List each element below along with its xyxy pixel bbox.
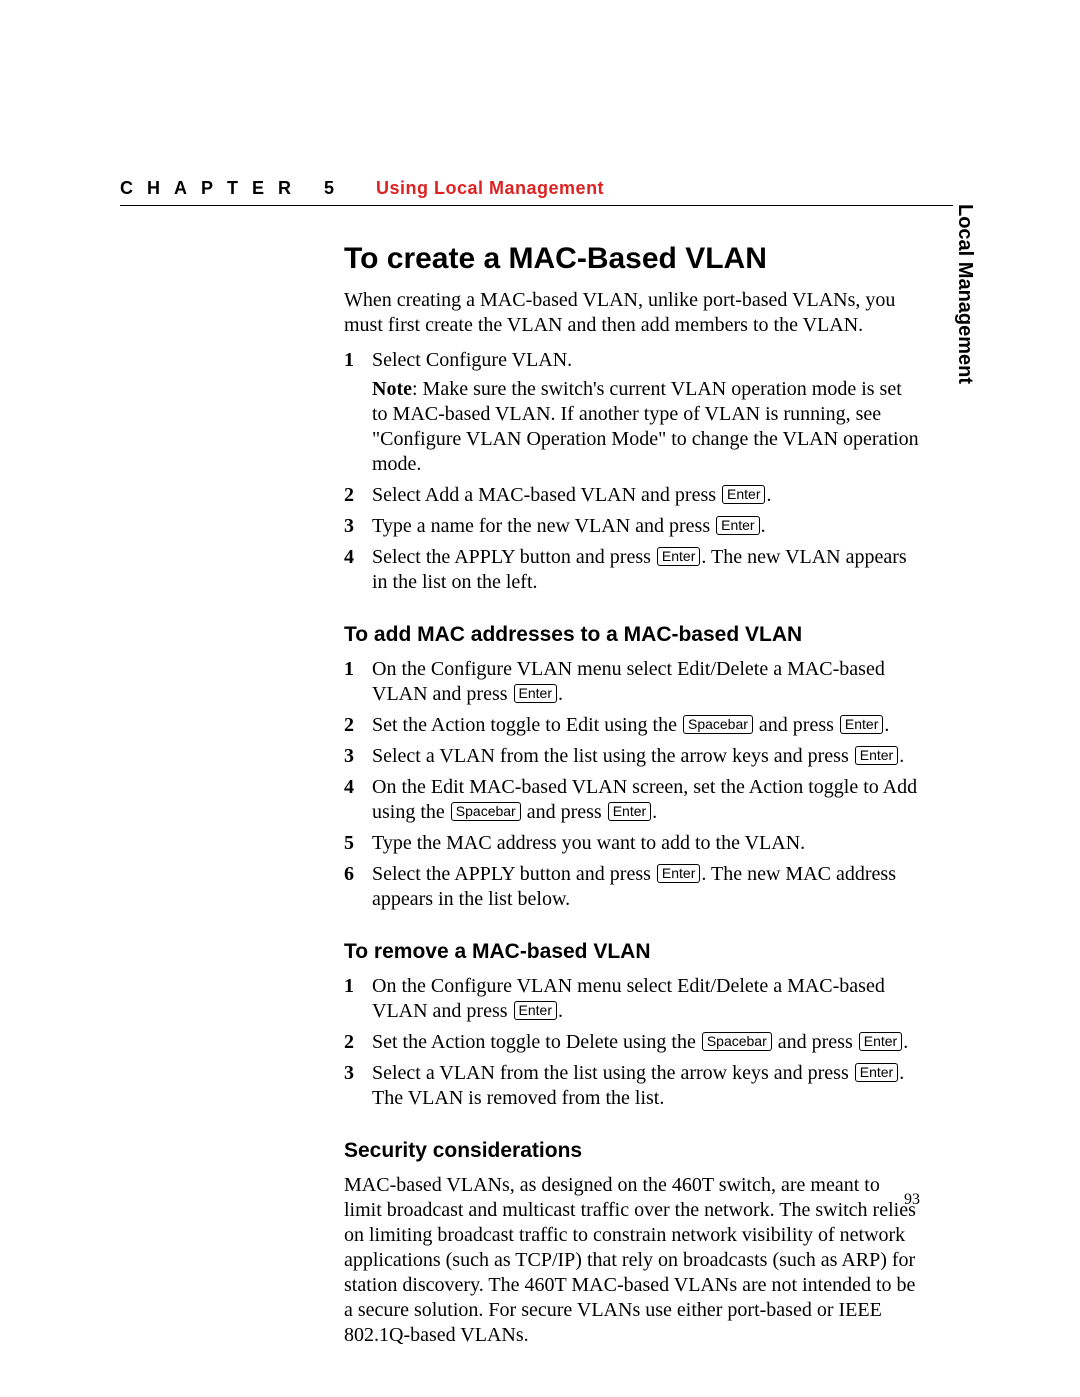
step-3: Select a VLAN from the list using the ar… <box>344 744 920 769</box>
chapter-label: CHAPTER 5 <box>120 178 348 199</box>
step-1: On the Configure VLAN menu select Edit/D… <box>344 657 920 707</box>
subsection-title: Security considerations <box>344 1139 920 1163</box>
step-text: Select the APPLY button and press <box>372 546 656 568</box>
page-header: CHAPTER 5 Using Local Management <box>120 178 960 206</box>
step-tail: . <box>903 1031 908 1053</box>
subsection-title: To add MAC addresses to a MAC-based VLAN <box>344 623 920 647</box>
step-text: Select a VLAN from the list using the ar… <box>372 1062 854 1084</box>
note-label: Note <box>372 378 412 400</box>
spacebar-key-icon: Spacebar <box>702 1032 772 1051</box>
security-body: MAC-based VLANs, as designed on the 460T… <box>344 1173 920 1348</box>
step-tail: . <box>652 801 657 823</box>
step-mid: and press <box>754 714 839 736</box>
step-text: Select Configure VLAN. <box>372 349 572 371</box>
subsection-title: To remove a MAC-based VLAN <box>344 940 920 964</box>
enter-key-icon: Enter <box>855 1063 898 1082</box>
note: Note: Make sure the switch's current VLA… <box>372 377 920 477</box>
step-tail: . <box>884 714 889 736</box>
create-steps: Select Configure VLAN. Note: Make sure t… <box>344 348 920 595</box>
enter-key-icon: Enter <box>608 802 651 821</box>
step-text: Set the Action toggle to Edit using the <box>372 714 682 736</box>
step-text: Select the APPLY button and press <box>372 863 656 885</box>
content: To create a MAC-Based VLAN When creating… <box>344 206 920 1348</box>
enter-key-icon: Enter <box>514 684 557 703</box>
step-6: Select the APPLY button and press Enter.… <box>344 862 920 912</box>
step-4: Select the APPLY button and press Enter.… <box>344 545 920 595</box>
page: CHAPTER 5 Using Local Management Local M… <box>0 0 1080 1397</box>
enter-key-icon: Enter <box>859 1032 902 1051</box>
step-text: Select Add a MAC-based VLAN and press <box>372 484 721 506</box>
add-steps: On the Configure VLAN menu select Edit/D… <box>344 657 920 912</box>
step-3: Type a name for the new VLAN and press E… <box>344 514 920 539</box>
enter-key-icon: Enter <box>855 746 898 765</box>
step-tail: . <box>761 515 766 537</box>
step-5: Type the MAC address you want to add to … <box>344 831 920 856</box>
enter-key-icon: Enter <box>840 715 883 734</box>
enter-key-icon: Enter <box>657 547 700 566</box>
step-text: Select a VLAN from the list using the ar… <box>372 745 854 767</box>
step-2: Set the Action toggle to Edit using the … <box>344 713 920 738</box>
step-tail: . <box>899 745 904 767</box>
step-text: Type a name for the new VLAN and press <box>372 515 715 537</box>
chapter-title: Using Local Management <box>376 178 604 199</box>
step-2: Select Add a MAC-based VLAN and press En… <box>344 483 920 508</box>
enter-key-icon: Enter <box>722 485 765 504</box>
step-4: On the Edit MAC-based VLAN screen, set t… <box>344 775 920 825</box>
side-tab: Local Management <box>953 204 976 384</box>
step-text: On the Configure VLAN menu select Edit/D… <box>372 975 885 1022</box>
step-text: Set the Action toggle to Delete using th… <box>372 1031 701 1053</box>
step-text: On the Configure VLAN menu select Edit/D… <box>372 658 885 705</box>
step-1: Select Configure VLAN. Note: Make sure t… <box>344 348 920 477</box>
step-tail: . <box>766 484 771 506</box>
section-title: To create a MAC-Based VLAN <box>344 242 920 276</box>
enter-key-icon: Enter <box>716 516 759 535</box>
step-2: Set the Action toggle to Delete using th… <box>344 1030 920 1055</box>
note-text: : Make sure the switch's current VLAN op… <box>372 378 919 475</box>
step-3: Select a VLAN from the list using the ar… <box>344 1061 920 1111</box>
enter-key-icon: Enter <box>514 1001 557 1020</box>
step-1: On the Configure VLAN menu select Edit/D… <box>344 974 920 1024</box>
spacebar-key-icon: Spacebar <box>683 715 753 734</box>
step-tail: . <box>558 1000 563 1022</box>
step-mid: and press <box>522 801 607 823</box>
remove-steps: On the Configure VLAN menu select Edit/D… <box>344 974 920 1111</box>
step-mid: and press <box>773 1031 858 1053</box>
spacebar-key-icon: Spacebar <box>451 802 521 821</box>
page-number: 93 <box>904 1191 920 1209</box>
enter-key-icon: Enter <box>657 864 700 883</box>
step-text: Type the MAC address you want to add to … <box>372 832 805 854</box>
section-intro: When creating a MAC-based VLAN, unlike p… <box>344 288 920 338</box>
step-tail: . <box>558 683 563 705</box>
